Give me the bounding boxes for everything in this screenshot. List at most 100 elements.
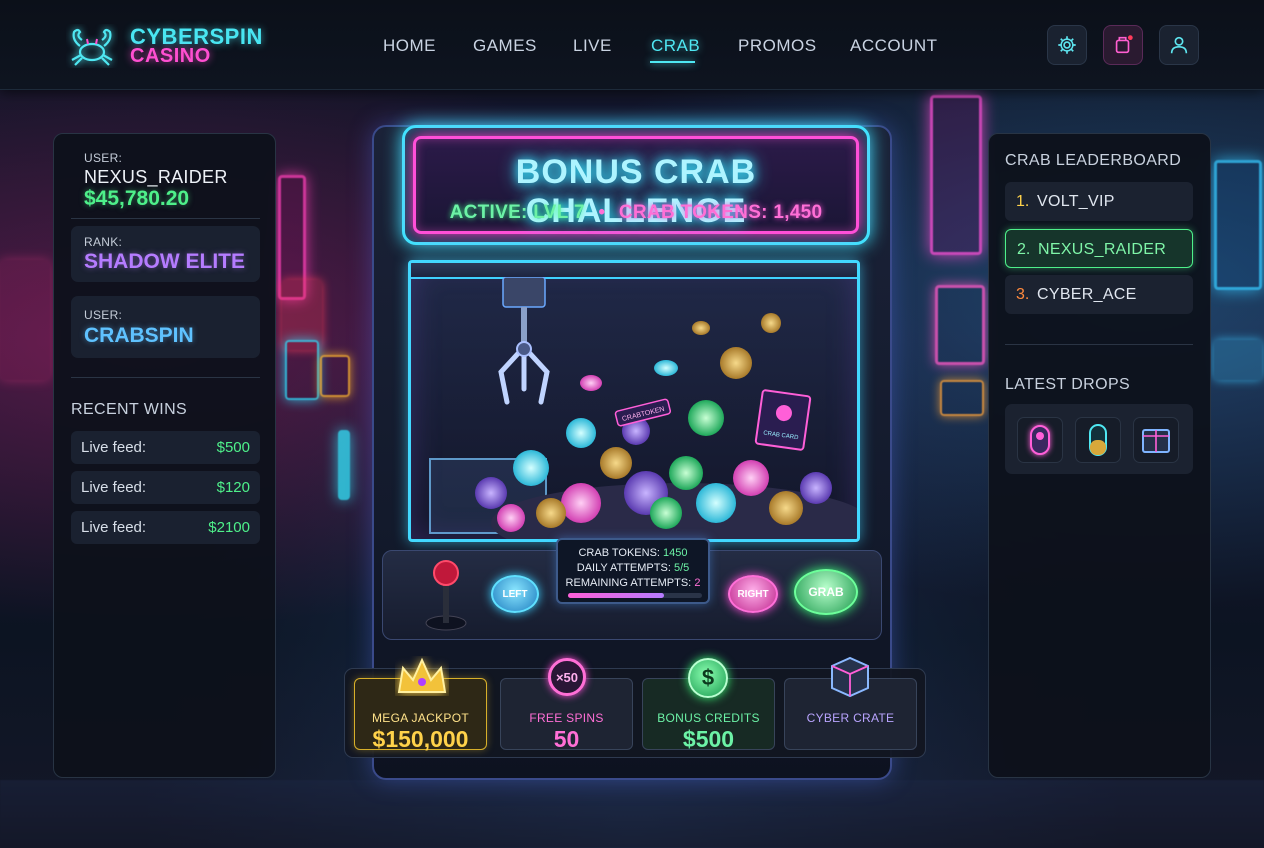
- stat-tokens-label: CRAB TOKENS:: [578, 547, 660, 559]
- prize-value: $150,000: [372, 726, 469, 752]
- leaderboard-rank: 2.: [1017, 241, 1031, 258]
- stat-remaining-label: REMAINING ATTEMPTS:: [565, 577, 692, 589]
- stat-tokens: CRAB TOKENS: 1450: [558, 547, 708, 559]
- attempts-progress-track: [568, 593, 702, 598]
- grab-button[interactable]: GRAB: [794, 569, 858, 615]
- feed-label: Live feed:: [81, 479, 147, 496]
- nav-account[interactable]: ACCOUNT: [850, 36, 938, 56]
- machine-subtitle: ACTIVE: LVL 7 • CRAB TOKENS: 1,450: [416, 202, 856, 224]
- latest-drops-title: LATEST DROPS: [1005, 376, 1131, 393]
- right-button[interactable]: RIGHT: [728, 575, 778, 613]
- user-icon: [1170, 36, 1188, 54]
- joystick-icon[interactable]: [421, 551, 471, 636]
- neon-sign: [285, 340, 319, 400]
- drop-capsule-gem[interactable]: [1075, 417, 1121, 463]
- prize-label: BONUS CREDITS: [657, 711, 760, 725]
- prize-value: $500: [682, 726, 735, 752]
- crown-icon: [397, 657, 447, 693]
- brand-subtitle[interactable]: CASINO: [130, 45, 211, 68]
- stat-daily-label: DAILY ATTEMPTS:: [576, 562, 671, 574]
- rank-card: RANK: SHADOW ELITE: [71, 226, 260, 282]
- drop-capsule-crab[interactable]: [1017, 417, 1063, 463]
- drop-cyber-crate[interactable]: [1133, 417, 1179, 463]
- prize-value: 50: [553, 726, 580, 752]
- capsule-crab-icon: [1030, 425, 1050, 455]
- recent-win-row: Live feed: $500: [71, 431, 260, 464]
- leaderboard-panel: CRAB LEADERBOARD 1. VOLT_VIP 2. NEXUS_RA…: [988, 133, 1211, 778]
- user2-label: USER:: [84, 308, 123, 322]
- active-level: ACTIVE: LVL 7: [449, 202, 585, 223]
- gear-icon: [1058, 36, 1076, 54]
- subtitle-separator: •: [598, 202, 606, 223]
- top-navbar: CYBERSPIN CASINO HOME GAMES LIVE CRAB PR…: [0, 0, 1264, 90]
- leaderboard-rank: 3.: [1016, 286, 1030, 303]
- user2-value: CRABSPIN: [84, 324, 194, 347]
- neon-sign: [1214, 160, 1262, 290]
- marquee-inner: BONUS CRAB CHALLENGE ACTIVE: LVL 7 • CRA…: [413, 136, 859, 234]
- neon-sign: [320, 355, 350, 397]
- feed-amount: $120: [216, 479, 250, 496]
- nav-live[interactable]: LIVE: [573, 36, 612, 56]
- game-screen: { "brand": {"line1": "CYBERSPIN", "line2…: [0, 0, 1264, 848]
- attempt-stats-screen: CRAB TOKENS: 1450 DAILY ATTEMPTS: 5/5 RE…: [556, 538, 710, 604]
- rank-value: SHADOW ELITE: [84, 250, 245, 273]
- capsule-gem-icon: [1089, 424, 1107, 456]
- prize-pile: CRABTOKEN CRAB CARD: [475, 313, 857, 539]
- prize-label: FREE SPINS: [529, 711, 604, 725]
- nav-promos[interactable]: PROMOS: [738, 36, 817, 56]
- dollar-coin-icon: $: [688, 658, 728, 698]
- recent-win-row: Live feed: $2100: [71, 511, 260, 544]
- leaderboard-user: NEXUS_RAIDER: [1038, 241, 1167, 258]
- stat-remaining-value: 2: [694, 577, 701, 589]
- leaderboard-row-current[interactable]: 2. NEXUS_RAIDER: [1005, 229, 1193, 268]
- nav-crab[interactable]: CRAB: [651, 36, 700, 56]
- stat-remaining: REMAINING ATTEMPTS: 2: [558, 577, 708, 589]
- player-panel: USER: NEXUS_RAIDER $45,780.20 RANK: SHAD…: [53, 133, 276, 778]
- cyber-crate-icon: [1142, 429, 1170, 453]
- divider: [71, 377, 260, 378]
- stat-daily: DAILY ATTEMPTS: 5/5: [558, 562, 708, 574]
- neon-sign: [0, 260, 50, 380]
- feed-amount: $500: [216, 439, 250, 456]
- crab-icon[interactable]: [66, 24, 118, 68]
- neon-sign: [930, 95, 982, 255]
- active-tab-indicator: [650, 61, 695, 63]
- leaderboard-rank: 1.: [1016, 193, 1030, 210]
- user2-card[interactable]: USER: CRABSPIN: [71, 296, 260, 358]
- neon-sign: [338, 430, 350, 500]
- divider: [1005, 344, 1193, 345]
- nav-games[interactable]: GAMES: [473, 36, 537, 56]
- attempts-progress-fill: [568, 593, 665, 598]
- recent-wins-title: RECENT WINS: [71, 401, 188, 418]
- feed-amount: $2100: [208, 519, 250, 536]
- feed-label: Live feed:: [81, 439, 147, 456]
- prize-label: CYBER CRATE: [806, 711, 895, 725]
- leaderboard-user: VOLT_VIP: [1037, 193, 1115, 210]
- stat-tokens-value: 1450: [663, 547, 688, 559]
- leaderboard-title: CRAB LEADERBOARD: [1005, 152, 1182, 169]
- balance: $45,780.20: [84, 187, 190, 210]
- user-label: USER:: [84, 151, 123, 165]
- left-button[interactable]: LEFT: [491, 575, 539, 613]
- recent-win-row: Live feed: $120: [71, 471, 260, 504]
- crab-tokens: CRAB TOKENS: 1,450: [618, 202, 823, 223]
- username: NEXUS_RAIDER: [84, 167, 228, 187]
- wet-street: [0, 780, 1264, 848]
- leaderboard-user: CYBER_ACE: [1037, 286, 1137, 303]
- prize-chamber: CRABTOKEN CRAB CARD: [408, 260, 860, 542]
- settings-button[interactable]: [1047, 25, 1087, 65]
- divider: [71, 218, 260, 219]
- leaderboard-row[interactable]: 1. VOLT_VIP: [1005, 182, 1193, 221]
- crate-icon: [831, 656, 869, 698]
- rank-label: RANK:: [84, 235, 123, 249]
- nav-home[interactable]: HOME: [383, 36, 436, 56]
- neon-sign: [935, 285, 985, 365]
- notification-icon: [1115, 35, 1133, 54]
- neon-sign: [1214, 340, 1262, 380]
- profile-button[interactable]: [1159, 25, 1199, 65]
- leaderboard-row[interactable]: 3. CYBER_ACE: [1005, 275, 1193, 314]
- notifications-button[interactable]: [1103, 25, 1143, 65]
- feed-label: Live feed:: [81, 519, 147, 536]
- stat-daily-value: 5/5: [673, 562, 690, 574]
- neon-sign: [940, 380, 984, 416]
